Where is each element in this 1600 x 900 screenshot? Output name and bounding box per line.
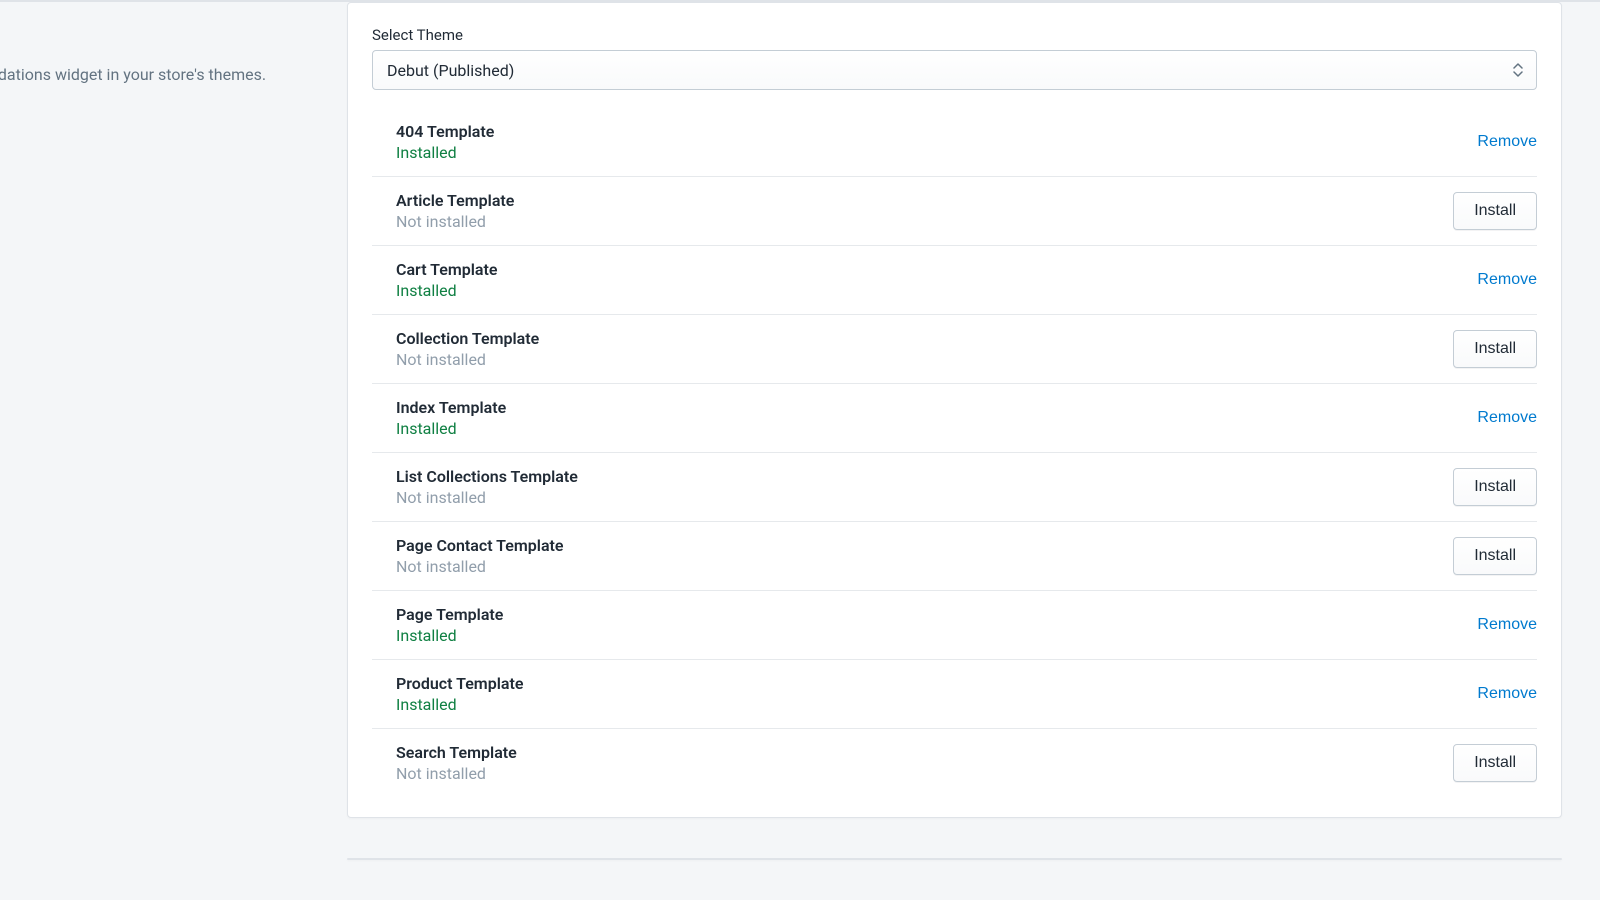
- sidebar-title: get: [0, 28, 315, 49]
- sidebar: get he recommendations widget in your st…: [0, 2, 347, 860]
- template-row: Page Contact Template Not installed Instal…: [372, 522, 1537, 591]
- template-list: 404 Template Installed Remove Article Templ…: [372, 108, 1537, 797]
- template-name: Page Contact Template: [396, 536, 564, 555]
- top-border: [0, 0, 1600, 2]
- template-row: Cart Template Installed Remove: [372, 246, 1537, 315]
- template-name: Collection Template: [396, 329, 539, 348]
- template-status: Installed: [396, 419, 506, 438]
- remove-button[interactable]: Remove: [1477, 401, 1537, 435]
- template-name: Search Template: [396, 743, 517, 762]
- template-name: List Collections Template: [396, 467, 578, 486]
- template-name: Page Template: [396, 605, 503, 624]
- install-button[interactable]: Install: [1453, 468, 1537, 506]
- template-info: 404 Template Installed: [396, 122, 494, 162]
- install-button[interactable]: Install: [1453, 537, 1537, 575]
- install-button[interactable]: Install: [1453, 330, 1537, 368]
- theme-select-wrap: Debut (Published): [372, 50, 1537, 90]
- template-name: 404 Template: [396, 122, 494, 141]
- remove-button[interactable]: Remove: [1477, 125, 1537, 159]
- template-status: Installed: [396, 695, 523, 714]
- template-row: Article Template Not installed Install: [372, 177, 1537, 246]
- main-panel: Select Theme Debut (Published) 404 Templ…: [347, 2, 1562, 818]
- template-row: Product Template Installed Remove: [372, 660, 1537, 729]
- remove-button[interactable]: Remove: [1477, 677, 1537, 711]
- template-info: Product Template Installed: [396, 674, 523, 714]
- template-status: Installed: [396, 281, 498, 300]
- template-info: Cart Template Installed: [396, 260, 498, 300]
- template-row: Index Template Installed Remove: [372, 384, 1537, 453]
- remove-button[interactable]: Remove: [1477, 608, 1537, 642]
- template-row: 404 Template Installed Remove: [372, 108, 1537, 177]
- page-container: get he recommendations widget in your st…: [0, 0, 1600, 860]
- template-info: Index Template Installed: [396, 398, 506, 438]
- template-status: Installed: [396, 626, 503, 645]
- template-info: List Collections Template Not installed: [396, 467, 578, 507]
- template-name: Cart Template: [396, 260, 498, 279]
- template-info: Page Contact Template Not installed: [396, 536, 564, 576]
- secondary-panel: [347, 858, 1562, 860]
- template-status: Not installed: [396, 764, 517, 783]
- template-row: List Collections Template Not installed In…: [372, 453, 1537, 522]
- theme-select[interactable]: Debut (Published): [372, 50, 1537, 90]
- template-info: Collection Template Not installed: [396, 329, 539, 369]
- install-button[interactable]: Install: [1453, 192, 1537, 230]
- theme-select-label: Select Theme: [372, 26, 1537, 44]
- template-status: Not installed: [396, 557, 564, 576]
- template-name: Article Template: [396, 191, 514, 210]
- template-row: Page Template Installed Remove: [372, 591, 1537, 660]
- theme-select-value: Debut (Published): [387, 61, 514, 80]
- template-info: Search Template Not installed: [396, 743, 517, 783]
- template-name: Product Template: [396, 674, 523, 693]
- template-status: Not installed: [396, 488, 578, 507]
- template-row: Search Template Not installed Install: [372, 729, 1537, 797]
- template-status: Installed: [396, 143, 494, 162]
- template-info: Article Template Not installed: [396, 191, 514, 231]
- template-status: Not installed: [396, 350, 539, 369]
- template-name: Index Template: [396, 398, 506, 417]
- sidebar-description: he recommendations widget in your store'…: [0, 63, 315, 87]
- template-info: Page Template Installed: [396, 605, 503, 645]
- remove-button[interactable]: Remove: [1477, 263, 1537, 297]
- template-status: Not installed: [396, 212, 514, 231]
- install-button[interactable]: Install: [1453, 744, 1537, 782]
- template-row: Collection Template Not installed Install: [372, 315, 1537, 384]
